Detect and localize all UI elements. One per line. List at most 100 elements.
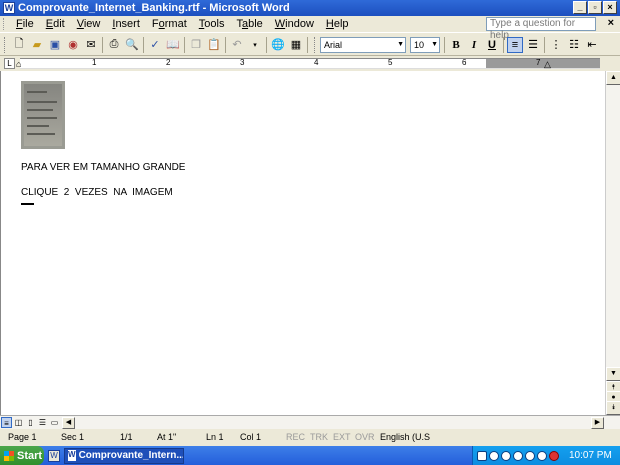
scroll-right-icon[interactable]: ▶ [591, 416, 604, 429]
windows-logo-icon [4, 450, 14, 461]
start-button[interactable]: Start [0, 446, 44, 465]
network-icon[interactable] [477, 450, 487, 461]
menu-view[interactable]: View [71, 17, 107, 32]
research-icon[interactable]: 📖 [165, 37, 181, 53]
horizontal-ruler[interactable]: L ⌂ 1 2 3 4 5 6 7 △ [0, 57, 620, 70]
quick-launch-word-icon[interactable]: W [48, 449, 60, 462]
tray-icon[interactable] [513, 450, 523, 461]
toolbar-separator [143, 36, 144, 53]
toolbar-separator [266, 36, 267, 53]
hyperlink-icon[interactable]: 🌐 [270, 37, 286, 53]
menu-insert[interactable]: Insert [106, 17, 146, 32]
document-page[interactable]: PARA VER EM TAMANHO GRANDE CLIQUE 2 VEZE… [0, 71, 605, 415]
right-indent-marker-icon[interactable]: △ [544, 59, 551, 69]
document-text-line[interactable]: CLIQUE 2 VEZES NA IMAGEM [21, 187, 173, 198]
print-icon[interactable]: ⎙ [106, 37, 122, 53]
toolbar-separator [503, 36, 504, 53]
decrease-indent-icon[interactable]: ⇤ [584, 37, 600, 53]
menu-grip[interactable] [3, 18, 7, 30]
tab-selector-icon[interactable]: L [4, 58, 15, 69]
outline-view-icon[interactable]: ☰ [37, 417, 48, 428]
security-shield-icon[interactable] [549, 450, 559, 461]
reading-layout-icon[interactable]: ▭ [49, 417, 60, 428]
status-page-count: 1/1 [120, 432, 133, 442]
close-document-button[interactable]: × [608, 17, 614, 29]
status-ovr[interactable]: OVR [355, 432, 375, 442]
scroll-up-icon[interactable]: ▲ [606, 71, 620, 85]
ruler-number: 2 [166, 58, 171, 67]
close-button[interactable]: × [603, 1, 617, 14]
minimize-button[interactable]: _ [573, 1, 587, 14]
print-layout-icon[interactable]: ▯ [25, 417, 36, 428]
tray-icon[interactable] [537, 450, 547, 461]
status-language[interactable]: English (U.S [380, 432, 430, 442]
email-icon[interactable]: ✉ [83, 37, 99, 53]
clock[interactable]: 10:07 PM [569, 450, 612, 461]
toolbar-separator [544, 36, 545, 53]
help-search-input[interactable]: Type a question for help [486, 17, 596, 41]
chevron-down-icon: ▼ [397, 40, 404, 48]
tray-icon[interactable] [501, 450, 511, 461]
menu-format[interactable]: Format [146, 17, 193, 32]
menu-file[interactable]: File [10, 17, 40, 32]
new-document-icon[interactable]: 🗋 [11, 37, 27, 53]
scroll-left-icon[interactable]: ◀ [62, 416, 75, 429]
next-page-icon[interactable]: ⯯ [606, 401, 620, 415]
menu-edit[interactable]: Edit [40, 17, 71, 32]
menu-tools[interactable]: Tools [193, 17, 231, 32]
word-app-icon[interactable]: W [3, 2, 15, 14]
align-center-icon[interactable]: ☰ [525, 37, 541, 53]
chevron-down-icon: ▼ [431, 40, 438, 48]
status-rec[interactable]: REC [286, 432, 305, 442]
document-text-line[interactable]: PARA VER EM TAMANHO GRANDE [21, 162, 185, 173]
tray-icon[interactable] [489, 450, 499, 461]
print-preview-icon[interactable]: 🔍 [124, 37, 140, 53]
vertical-scrollbar[interactable]: ▲ ▼ ⯭ ● ⯯ [605, 71, 620, 415]
normal-view-icon[interactable]: ≡ [1, 417, 12, 428]
window-controls: _ ▫ × [573, 1, 617, 14]
ruler-number: 6 [462, 58, 467, 67]
tray-icon[interactable] [525, 450, 535, 461]
spelling-icon[interactable]: ✓ [147, 37, 163, 53]
copy-icon[interactable]: ❐ [188, 37, 204, 53]
font-name-select[interactable]: Arial ▼ [320, 36, 406, 53]
font-size-select[interactable]: 10 ▼ [410, 36, 440, 53]
open-folder-icon[interactable]: ▰ [29, 37, 45, 53]
scroll-down-icon[interactable]: ▼ [606, 367, 620, 381]
title-bar[interactable]: W Comprovante_Internet_Banking.rtf - Mic… [0, 0, 620, 16]
undo-dropdown-icon[interactable]: ▾ [247, 37, 263, 53]
status-ext[interactable]: EXT [333, 432, 351, 442]
receipt-image-thumbnail[interactable] [21, 81, 65, 149]
ruler-bar[interactable]: ⌂ 1 2 3 4 5 6 7 △ [16, 58, 600, 69]
ruler-number: 7 [536, 58, 541, 67]
bullets-icon[interactable]: ☷ [566, 37, 582, 53]
align-left-icon[interactable]: ≡ [507, 36, 523, 53]
indent-marker-icon[interactable]: ⌂ [16, 59, 21, 69]
underline-button[interactable]: U [484, 37, 500, 53]
tables-borders-icon[interactable]: ▦ [288, 37, 304, 53]
restore-button[interactable]: ▫ [588, 1, 602, 14]
status-bar: Page 1 Sec 1 1/1 At 1" Ln 1 Col 1 REC TR… [0, 430, 620, 445]
ruler-number: 1 [92, 58, 97, 67]
web-layout-icon[interactable]: ◫ [13, 417, 24, 428]
taskbar-word-button[interactable]: W Comprovante_Intern... [64, 447, 184, 464]
paste-icon[interactable]: 📋 [206, 37, 222, 53]
permission-icon[interactable]: ◉ [65, 37, 81, 53]
taskbar: Start W W Comprovante_Intern... 10:07 PM [0, 446, 620, 465]
toolbar-separator [444, 36, 445, 53]
numbering-icon[interactable]: ⋮ [548, 37, 564, 53]
bold-button[interactable]: B [448, 37, 464, 53]
status-page: Page 1 [8, 432, 37, 442]
toolbar-separator [225, 36, 226, 53]
format-toolbar-grip[interactable] [314, 36, 317, 53]
menu-table[interactable]: Table [230, 17, 268, 32]
menu-help[interactable]: Help [320, 17, 355, 32]
ruler-right-margin [486, 59, 600, 68]
menu-window[interactable]: Window [269, 17, 320, 32]
status-line: Ln 1 [206, 432, 224, 442]
save-icon[interactable]: ▣ [47, 37, 63, 53]
undo-icon[interactable]: ↶ [229, 37, 245, 53]
status-trk[interactable]: TRK [310, 432, 328, 442]
toolbar-grip[interactable] [4, 36, 7, 53]
italic-button[interactable]: I [466, 37, 482, 53]
